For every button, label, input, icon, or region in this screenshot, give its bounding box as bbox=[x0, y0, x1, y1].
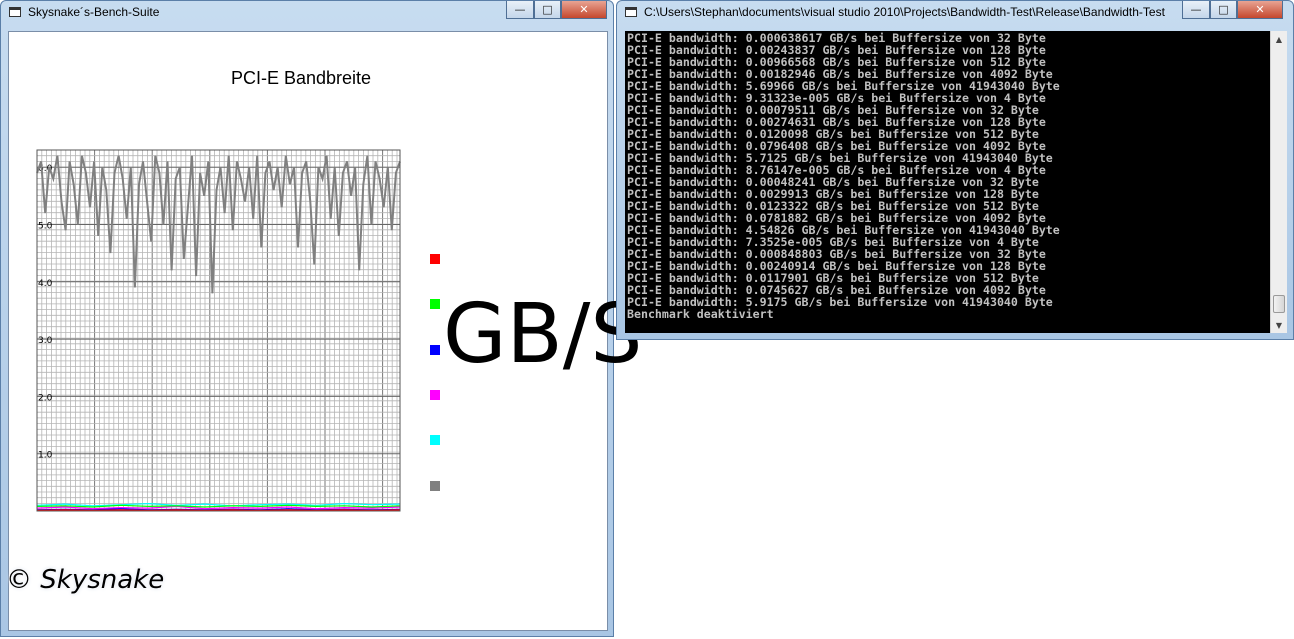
signature-watermark: © Skysnake bbox=[6, 565, 165, 595]
y-tick-label: 1.0 bbox=[38, 451, 53, 461]
y-tick-label: 5.0 bbox=[38, 221, 53, 231]
y-tick-label: 2.0 bbox=[38, 393, 53, 403]
title-bar[interactable]: Skysnake´s-Bench-Suite — □ ✕ bbox=[1, 1, 613, 25]
console-window: C:\Users\Stephan\documents\visual studio… bbox=[616, 0, 1294, 340]
console-maximize-button[interactable]: □ bbox=[1210, 1, 1237, 19]
legend-swatch bbox=[430, 389, 440, 400]
maximize-button[interactable]: □ bbox=[534, 1, 561, 19]
console-scrollbar[interactable]: ▲ ▼ bbox=[1270, 31, 1287, 333]
legend-swatch bbox=[430, 254, 440, 264]
console-lines: PCI-E bandwidth: 0.000638617 GB/s bei Bu… bbox=[627, 32, 1060, 320]
close-button[interactable]: ✕ bbox=[561, 1, 607, 19]
window-title: Skysnake´s-Bench-Suite bbox=[28, 5, 160, 19]
bench-suite-window: Skysnake´s-Bench-Suite — □ ✕ PCI-E Bandb… bbox=[0, 0, 642, 637]
legend-swatch bbox=[430, 480, 440, 491]
console-line: Benchmark deaktiviert bbox=[627, 307, 774, 321]
series-line bbox=[36, 509, 401, 512]
legend-swatch bbox=[430, 344, 440, 355]
unit-label: GB/S bbox=[443, 287, 643, 382]
legend-swatch bbox=[430, 435, 440, 446]
y-tick-label: 3.0 bbox=[38, 336, 53, 346]
scroll-thumb[interactable] bbox=[1273, 295, 1285, 313]
console-title-bar[interactable]: C:\Users\Stephan\documents\visual studio… bbox=[617, 1, 1293, 25]
console-close-button[interactable]: ✕ bbox=[1237, 1, 1283, 19]
y-tick-label: 4.0 bbox=[38, 279, 53, 289]
plot-area bbox=[37, 150, 400, 511]
console-window-title: C:\Users\Stephan\documents\visual studio… bbox=[644, 5, 1166, 19]
minimize-button[interactable]: — bbox=[506, 1, 534, 19]
app-window-icon bbox=[9, 7, 21, 17]
console-window-icon bbox=[625, 7, 637, 17]
scroll-down-icon[interactable]: ▼ bbox=[1271, 317, 1287, 333]
scroll-up-icon[interactable]: ▲ bbox=[1271, 31, 1287, 47]
legend-swatch bbox=[430, 299, 440, 310]
console-minimize-button[interactable]: — bbox=[1182, 1, 1210, 19]
chart-client-area: PCI-E Bandbreite 6.0 5.0 4.0 3.0 2.0 1.0 GB/S bbox=[8, 31, 642, 631]
console-output[interactable]: PCI-E bandwidth: 0.000638617 GB/s bei Bu… bbox=[625, 31, 1270, 333]
